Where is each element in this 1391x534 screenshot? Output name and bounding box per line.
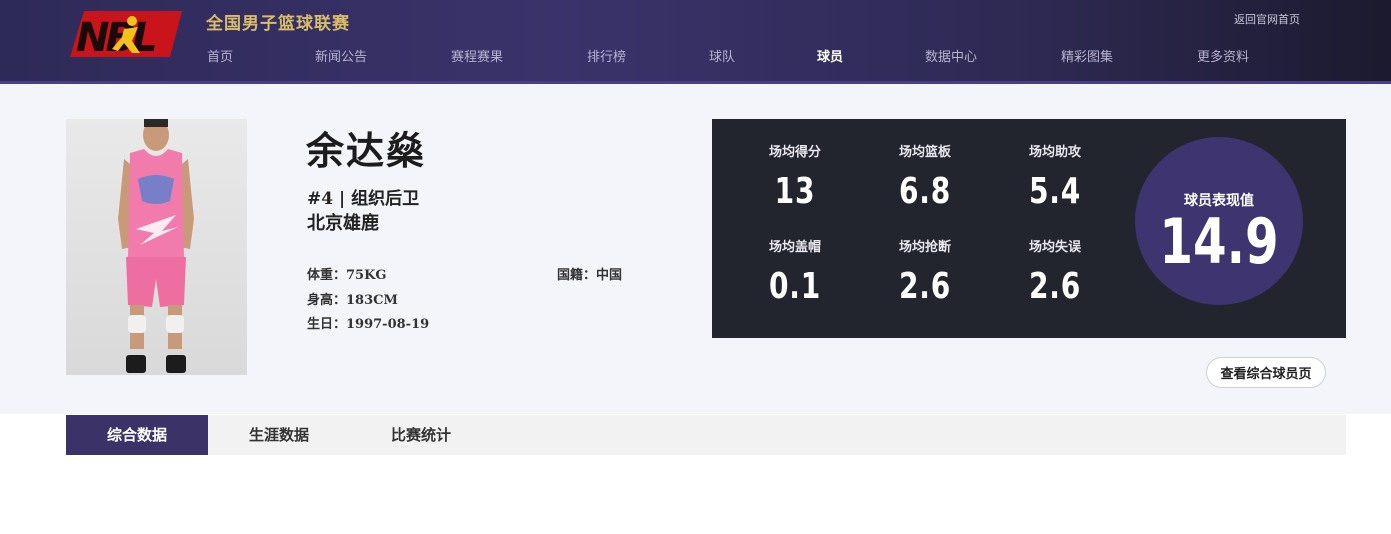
main-nav: 首页 新闻公告 赛程赛果 排行榜 球队 球员 数据中心 精彩图集 更多资料 xyxy=(0,46,1391,68)
tab-game-stats[interactable]: 比赛统计 xyxy=(350,415,492,455)
player-team: 北京雄鹿 xyxy=(307,213,379,234)
stat-label-blocks: 场均盖帽 xyxy=(768,240,821,255)
stat-label-rebounds: 场均篮板 xyxy=(898,145,951,160)
back-to-home-link[interactable]: 返回官网首页 xyxy=(1234,11,1300,27)
nav-gallery[interactable]: 精彩图集 xyxy=(1061,46,1113,65)
stat-label-turnovers: 场均失误 xyxy=(1028,240,1081,255)
player-nationality: 国籍：中国 xyxy=(557,268,623,283)
rating-circle: 球员表现值 14.9 xyxy=(1135,137,1303,305)
nav-teams[interactable]: 球队 xyxy=(709,46,735,65)
top-header: NBL 全国男子篮球联赛 返回官网首页 首页 新闻公告 赛程赛果 排行榜 球队 … xyxy=(0,0,1391,84)
stat-value-turnovers: 2.6 xyxy=(1028,266,1082,307)
stat-value-assists: 5.4 xyxy=(1028,171,1082,212)
nav-home[interactable]: 首页 xyxy=(207,46,233,65)
player-photo xyxy=(66,119,247,375)
stat-value-rebounds: 6.8 xyxy=(898,171,952,212)
nav-more[interactable]: 更多资料 xyxy=(1197,46,1249,65)
data-tabs: 综合数据 生涯数据 比赛统计 xyxy=(66,415,1346,455)
stat-value-steals: 2.6 xyxy=(898,266,952,307)
league-title: 全国男子篮球联赛 xyxy=(206,14,350,34)
player-name: 余达燊 xyxy=(306,128,427,173)
tab-overall-data[interactable]: 综合数据 xyxy=(66,415,208,455)
player-number-position: #4 | 组织后卫 xyxy=(307,189,420,209)
player-height: 身高：183CM xyxy=(307,293,398,308)
stat-value-points: 13 xyxy=(774,171,816,212)
nav-data-center[interactable]: 数据中心 xyxy=(925,46,977,65)
nav-rankings[interactable]: 排行榜 xyxy=(587,46,626,65)
nav-schedule[interactable]: 赛程赛果 xyxy=(451,46,503,65)
player-birthday: 生日：1997-08-19 xyxy=(307,317,430,332)
player-weight: 体重：75KG xyxy=(307,268,387,283)
stat-label-steals: 场均抢断 xyxy=(898,240,951,255)
rating-value: 14.9 xyxy=(1159,205,1279,278)
view-full-player-page-button[interactable]: 查看综合球员页 xyxy=(1206,357,1326,388)
stat-label-assists: 场均助攻 xyxy=(1028,145,1081,160)
nav-news[interactable]: 新闻公告 xyxy=(315,46,367,65)
tab-career-data[interactable]: 生涯数据 xyxy=(208,415,350,455)
player-profile: 余达燊 #4 | 组织后卫 北京雄鹿 体重：75KG 身高：183CM 生日：1… xyxy=(0,84,1391,414)
stat-label-points: 场均得分 xyxy=(768,145,821,160)
nav-players[interactable]: 球员 xyxy=(817,46,843,65)
stats-panel: 场均得分 13 场均篮板 6.8 场均助攻 5.4 场均盖帽 0.1 场均抢断 … xyxy=(712,119,1346,338)
stat-value-blocks: 0.1 xyxy=(768,266,822,307)
